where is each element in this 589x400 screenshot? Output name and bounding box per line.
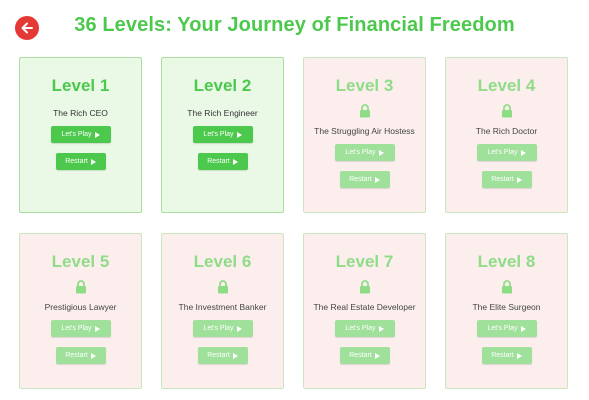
level-card: Level 5 Prestigious Lawyer Let's Play Resta… — [19, 233, 142, 389]
lock-indicator — [75, 278, 87, 294]
restart-label: Restart — [65, 158, 88, 165]
play-triangle-icon — [374, 176, 380, 183]
level-card: Level 7 The Real Estate Developer Let's Pl… — [303, 233, 426, 389]
lets-play-label: Let's Play — [345, 149, 376, 156]
level-name: The Rich CEO — [53, 108, 108, 118]
level-name: The Elite Surgeon — [472, 302, 541, 312]
play-triangle-icon — [94, 131, 100, 138]
level-title: Level 6 — [193, 252, 252, 271]
level-card: Level 6 The Investment Banker Let's Play Re… — [161, 233, 284, 389]
lets-play-label: Let's Play — [345, 325, 376, 332]
play-triangle-icon — [236, 325, 242, 332]
play-triangle-icon — [516, 176, 522, 183]
lock-icon — [501, 280, 512, 294]
level-name: Prestigious Lawyer — [44, 302, 117, 312]
lets-play-button[interactable]: Let's Play — [334, 320, 395, 337]
lock-icon — [359, 280, 370, 294]
lets-play-label: Let's Play — [203, 131, 234, 138]
level-title: Level 3 — [335, 76, 394, 95]
lets-play-label: Let's Play — [487, 149, 518, 156]
levels-grid: Level 1 The Rich CEO Let's Play Restart Leve… — [19, 57, 568, 389]
play-triangle-icon — [516, 352, 522, 359]
restart-button[interactable]: Restart — [197, 347, 248, 364]
lets-play-label: Let's Play — [61, 325, 92, 332]
level-name: The Rich Engineer — [187, 108, 258, 118]
lets-play-button[interactable]: Let's Play — [50, 320, 111, 337]
play-triangle-icon — [374, 352, 380, 359]
level-card: Level 8 The Elite Surgeon Let's Play Restar… — [445, 233, 568, 389]
restart-button[interactable]: Restart — [55, 347, 106, 364]
lock-indicator — [359, 278, 371, 294]
lets-play-button[interactable]: Let's Play — [476, 320, 537, 337]
lets-play-button[interactable]: Let's Play — [192, 320, 253, 337]
restart-button[interactable]: Restart — [55, 153, 106, 170]
level-name: The Real Estate Developer — [313, 302, 416, 312]
restart-label: Restart — [207, 158, 230, 165]
restart-button[interactable]: Restart — [481, 347, 532, 364]
level-card: Level 3 The Struggling Air Hostess Let's P… — [303, 57, 426, 213]
play-triangle-icon — [94, 325, 100, 332]
lets-play-label: Let's Play — [61, 131, 92, 138]
restart-button[interactable]: Restart — [339, 347, 390, 364]
lock-indicator — [217, 278, 229, 294]
level-title: Level 7 — [335, 252, 394, 271]
restart-button[interactable]: Restart — [197, 153, 248, 170]
lets-play-label: Let's Play — [203, 325, 234, 332]
level-name: The Rich Doctor — [475, 126, 538, 136]
lock-indicator — [501, 102, 513, 118]
level-name: The Struggling Air Hostess — [314, 126, 415, 136]
level-title: Level 8 — [477, 252, 536, 271]
level-title: Level 5 — [51, 252, 110, 271]
restart-label: Restart — [349, 176, 372, 183]
lock-icon — [359, 104, 370, 118]
lets-play-button[interactable]: Let's Play — [192, 126, 253, 143]
level-card: Level 4 The Rich Doctor Let's Play Restart — [445, 57, 568, 213]
lets-play-button[interactable]: Let's Play — [476, 144, 537, 161]
play-triangle-icon — [236, 131, 242, 138]
lets-play-label: Let's Play — [487, 325, 518, 332]
play-triangle-icon — [232, 352, 238, 359]
lock-indicator — [359, 102, 371, 118]
play-triangle-icon — [232, 158, 238, 165]
play-triangle-icon — [520, 149, 526, 156]
level-card: Level 1 The Rich CEO Let's Play Restart — [19, 57, 142, 213]
level-name: The Investment Banker — [178, 302, 267, 312]
lock-indicator — [501, 278, 513, 294]
lock-icon — [501, 104, 512, 118]
restart-label: Restart — [491, 176, 514, 183]
play-triangle-icon — [378, 149, 384, 156]
page-title: 36 Levels: Your Journey of Financial Fre… — [74, 14, 515, 36]
level-title: Level 4 — [477, 76, 536, 95]
play-triangle-icon — [520, 325, 526, 332]
restart-label: Restart — [65, 352, 88, 359]
restart-label: Restart — [207, 352, 230, 359]
lock-icon — [217, 280, 228, 294]
restart-button[interactable]: Restart — [339, 171, 390, 188]
level-title: Level 2 — [193, 76, 252, 95]
level-title: Level 1 — [51, 76, 110, 95]
play-triangle-icon — [90, 158, 96, 165]
level-card: Level 2 The Rich Engineer Let's Play Restar… — [161, 57, 284, 213]
play-triangle-icon — [378, 325, 384, 332]
lets-play-button[interactable]: Let's Play — [334, 144, 395, 161]
play-triangle-icon — [90, 352, 96, 359]
restart-button[interactable]: Restart — [481, 171, 532, 188]
restart-label: Restart — [349, 352, 372, 359]
lock-icon — [75, 280, 86, 294]
restart-label: Restart — [491, 352, 514, 359]
lets-play-button[interactable]: Let's Play — [50, 126, 111, 143]
